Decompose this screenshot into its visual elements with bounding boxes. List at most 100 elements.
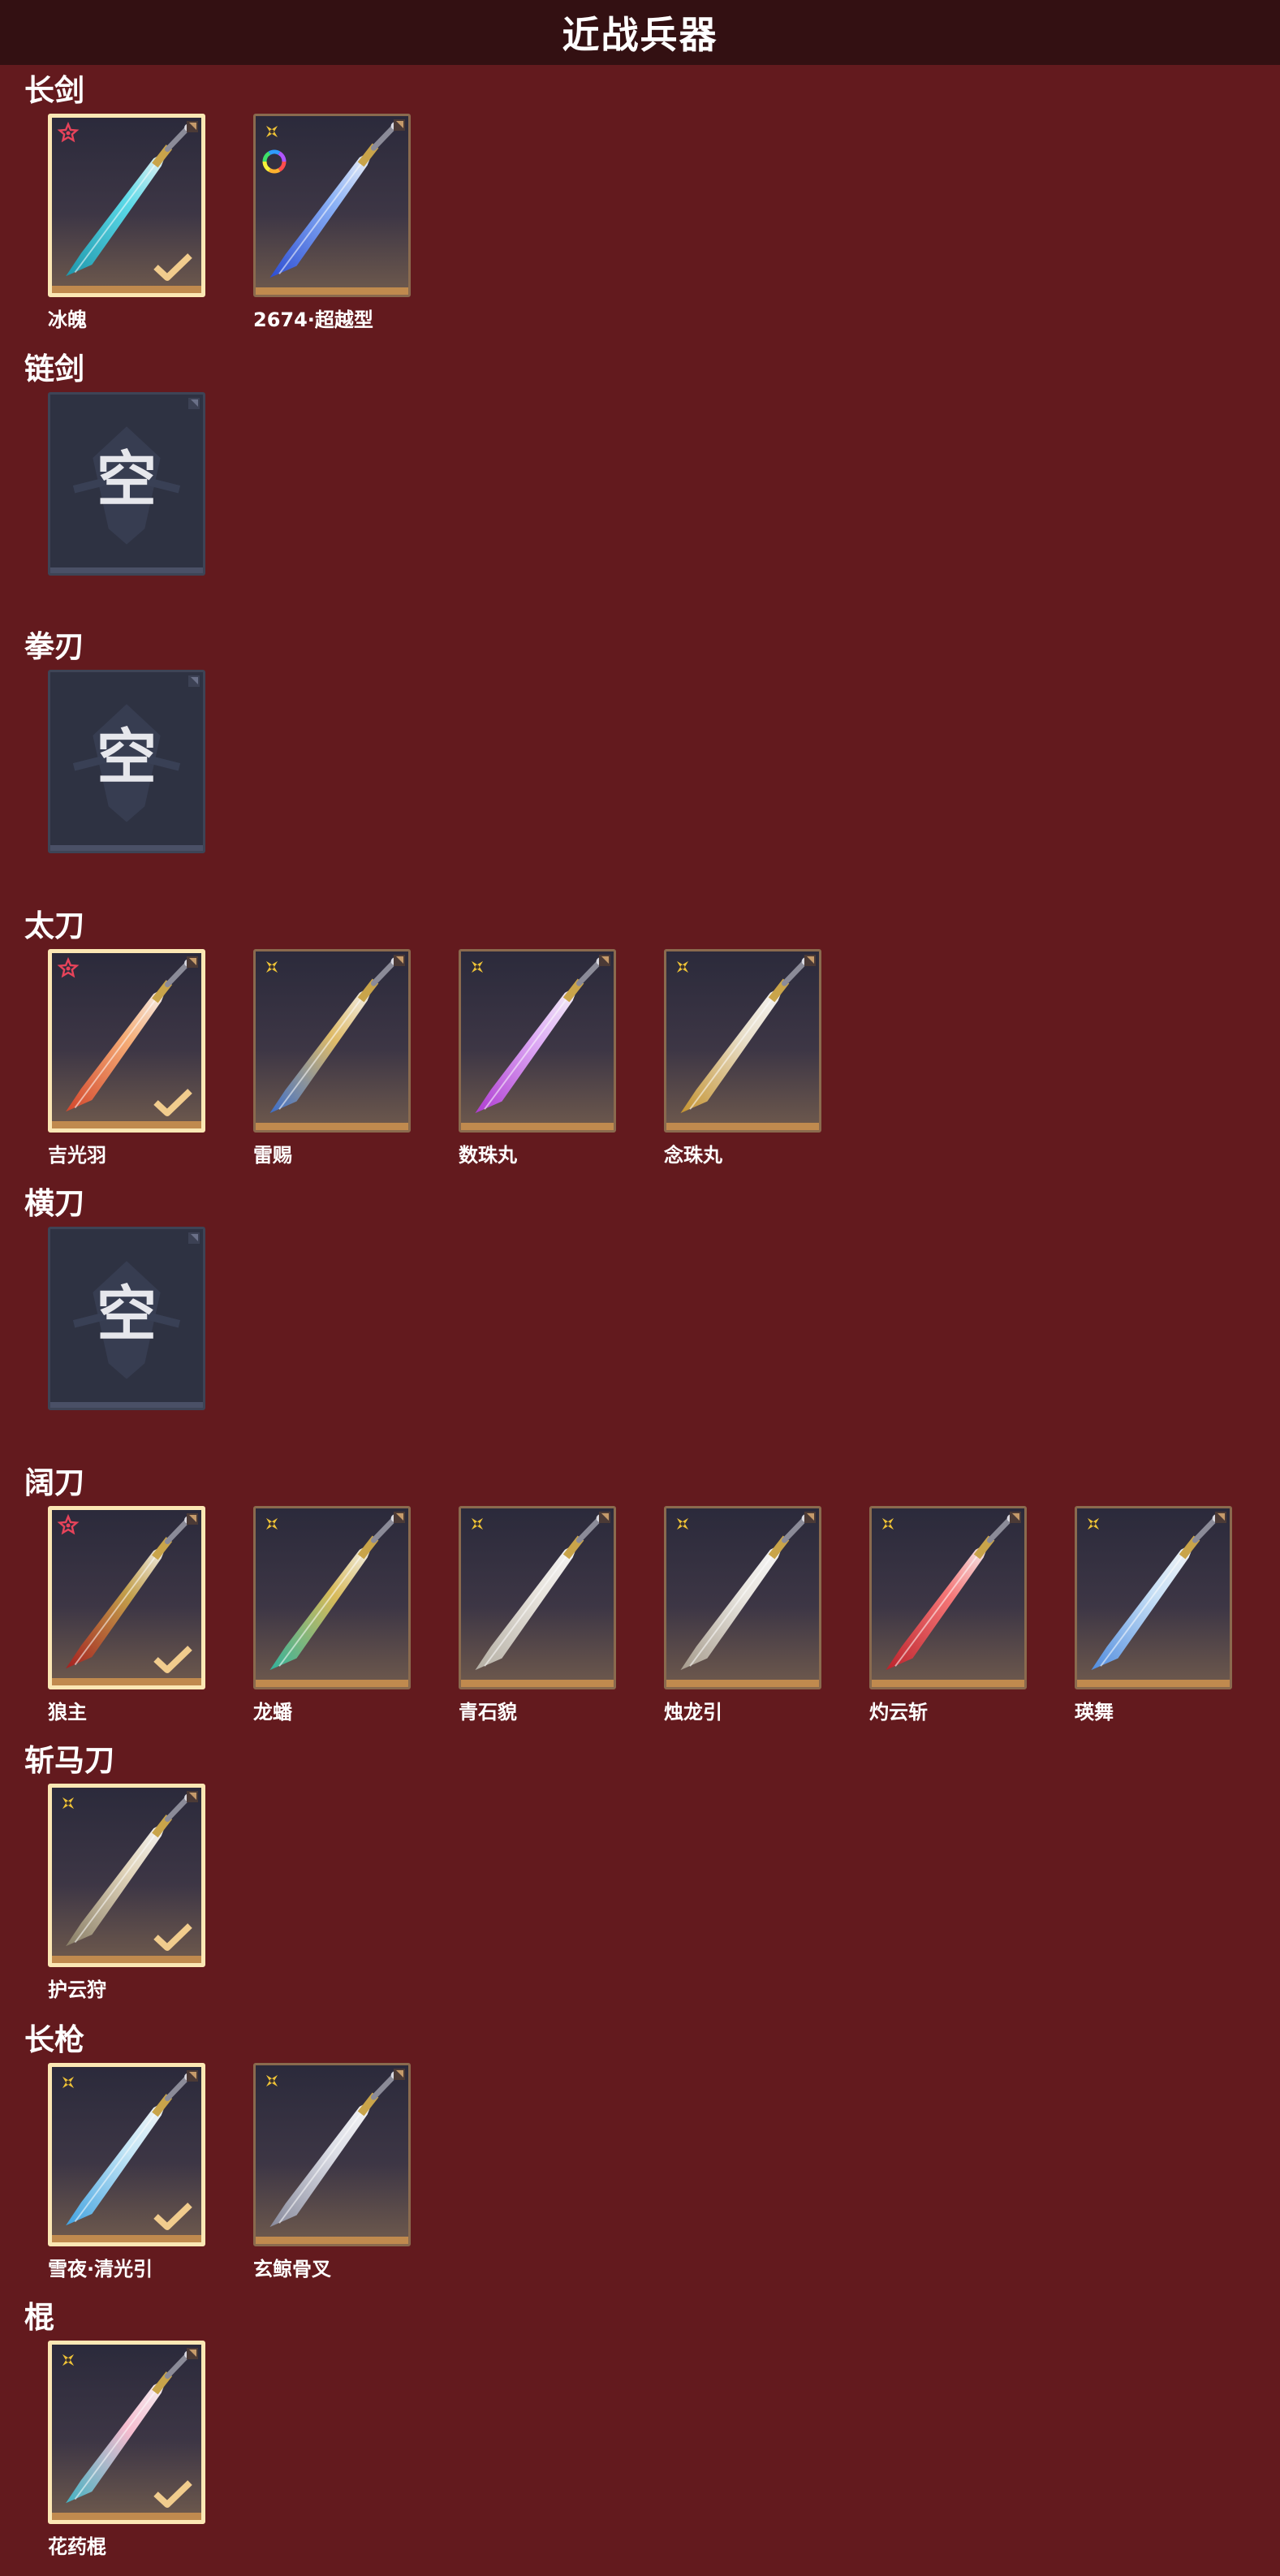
corner-tab-icon [394, 119, 405, 131]
equipped-check-icon [153, 2203, 192, 2230]
card-bottom-bar [52, 1121, 201, 1128]
card-bottom-bar [256, 1123, 408, 1130]
weapon-slot[interactable]: 灼云斩 [869, 1506, 1027, 1733]
weapon-name: 龙蟠 [253, 1701, 292, 1724]
weapon-card[interactable] [48, 949, 205, 1133]
weapon-card[interactable] [48, 114, 205, 297]
gold-shuriken-rarity-icon [62, 2354, 75, 2367]
corner-tab-icon [187, 121, 198, 132]
weapon-card[interactable]: 空 [48, 392, 205, 576]
weapon-card[interactable] [253, 114, 411, 297]
gold-shuriken-rarity-icon [265, 125, 278, 138]
weapon-slot[interactable]: 念珠丸 [664, 949, 821, 1176]
card-bottom-bar [52, 1956, 201, 1963]
rainbow-ring-icon [262, 149, 287, 174]
corner-tab-icon [187, 1513, 198, 1525]
red-star-rarity-icon [57, 122, 80, 143]
header-bar: 近战兵器 [0, 0, 1280, 65]
corner-tab-icon [1215, 1512, 1226, 1523]
card-bottom-bar [52, 2235, 201, 2242]
category-label: 链剑 [24, 352, 84, 386]
gold-shuriken-rarity-icon [471, 960, 484, 973]
gold-shuriken-rarity-icon [62, 2076, 75, 2089]
weapon-slot[interactable]: 花药棍 [48, 2341, 205, 2568]
weapon-card[interactable] [459, 949, 616, 1133]
corner-tab-icon [599, 1512, 610, 1523]
corner-tab-icon [804, 955, 816, 966]
weapon-name: 灼云斩 [869, 1701, 928, 1724]
weapon-card[interactable] [664, 1506, 821, 1689]
category-label: 阔刀 [24, 1465, 84, 1500]
weapon-card[interactable] [48, 2341, 205, 2524]
weapon-card[interactable] [664, 949, 821, 1133]
gold-shuriken-rarity-icon [881, 1517, 894, 1530]
gold-shuriken-rarity-icon [265, 960, 278, 973]
weapon-image [680, 1514, 810, 1671]
corner-tab-icon [394, 955, 405, 966]
weapon-slot[interactable]: 吉光羽 [48, 949, 205, 1176]
card-bottom-bar [50, 1402, 203, 1408]
weapon-slot[interactable]: 玄鲸骨叉 [253, 2063, 411, 2290]
card-bottom-bar [256, 1680, 408, 1687]
weapon-name: 数珠丸 [459, 1144, 517, 1167]
corner-tab-icon [187, 2070, 198, 2082]
weapon-image [1091, 1514, 1221, 1671]
weapon-name: 烛龙引 [664, 1701, 722, 1724]
weapon-card[interactable]: 空 [48, 1227, 205, 1410]
gold-shuriken-rarity-icon [1087, 1517, 1100, 1530]
corner-tab-icon [394, 2069, 405, 2080]
corner-tab-icon [187, 1791, 198, 1802]
category-label: 斩马刀 [24, 1743, 114, 1778]
weapon-slot[interactable]: 烛龙引 [664, 1506, 821, 1733]
corner-tab-icon [188, 398, 200, 409]
weapon-slot[interactable]: 龙蟠 [253, 1506, 411, 1733]
equipped-check-icon [153, 1923, 192, 1951]
empty-weapon-slot[interactable]: 空 [48, 670, 205, 897]
category-label: 拳刃 [24, 629, 84, 664]
weapon-name: 护云狩 [48, 1978, 106, 2001]
weapon-slot[interactable]: 冰魄 [48, 114, 205, 341]
weapon-slot[interactable]: 瑛舞 [1075, 1506, 1232, 1733]
weapon-name: 雷赐 [253, 1144, 292, 1167]
weapon-image [680, 957, 810, 1114]
weapon-card[interactable] [869, 1506, 1027, 1689]
card-bottom-bar [1077, 1680, 1230, 1687]
weapon-slot[interactable]: 雷赐 [253, 949, 411, 1176]
weapon-card[interactable] [1075, 1506, 1232, 1689]
weapon-name: 玄鲸骨叉 [253, 2258, 331, 2280]
corner-tab-icon [188, 675, 200, 687]
equipped-check-icon [153, 1646, 192, 1673]
gold-shuriken-rarity-icon [265, 1517, 278, 1530]
weapon-card[interactable] [48, 1506, 205, 1689]
empty-slot-text: 空 [97, 1279, 157, 1349]
weapon-slot[interactable]: 数珠丸 [459, 949, 616, 1176]
card-bottom-bar [52, 1678, 201, 1685]
weapon-card[interactable] [48, 2063, 205, 2246]
weapon-slot[interactable]: 2674·超越型 [253, 114, 411, 341]
corner-tab-icon [394, 1512, 405, 1523]
weapon-card[interactable] [253, 1506, 411, 1689]
corner-tab-icon [187, 956, 198, 968]
weapon-slot[interactable]: 雪夜·清光引 [48, 2063, 205, 2290]
card-bottom-bar [461, 1123, 614, 1130]
weapon-card[interactable] [253, 2063, 411, 2246]
weapon-slot[interactable]: 青石貌 [459, 1506, 616, 1733]
weapon-name: 花药棍 [48, 2535, 106, 2558]
weapon-card[interactable]: 空 [48, 670, 205, 853]
card-bottom-bar [50, 845, 203, 851]
weapon-card[interactable] [459, 1506, 616, 1689]
card-bottom-bar [52, 286, 201, 293]
page-title: 近战兵器 [562, 13, 718, 57]
weapon-slot[interactable]: 狼主 [48, 1506, 205, 1733]
gold-shuriken-rarity-icon [62, 1797, 75, 1810]
weapon-card[interactable] [253, 949, 411, 1133]
empty-weapon-slot[interactable]: 空 [48, 392, 205, 619]
weapon-image [269, 122, 399, 278]
empty-slot-text: 空 [97, 723, 157, 792]
gold-shuriken-rarity-icon [471, 1517, 484, 1530]
weapon-card[interactable] [48, 1784, 205, 1967]
corner-tab-icon [599, 955, 610, 966]
weapon-slot[interactable]: 护云狩 [48, 1784, 205, 2011]
empty-weapon-slot[interactable]: 空 [48, 1227, 205, 1454]
weapon-image [475, 957, 605, 1114]
